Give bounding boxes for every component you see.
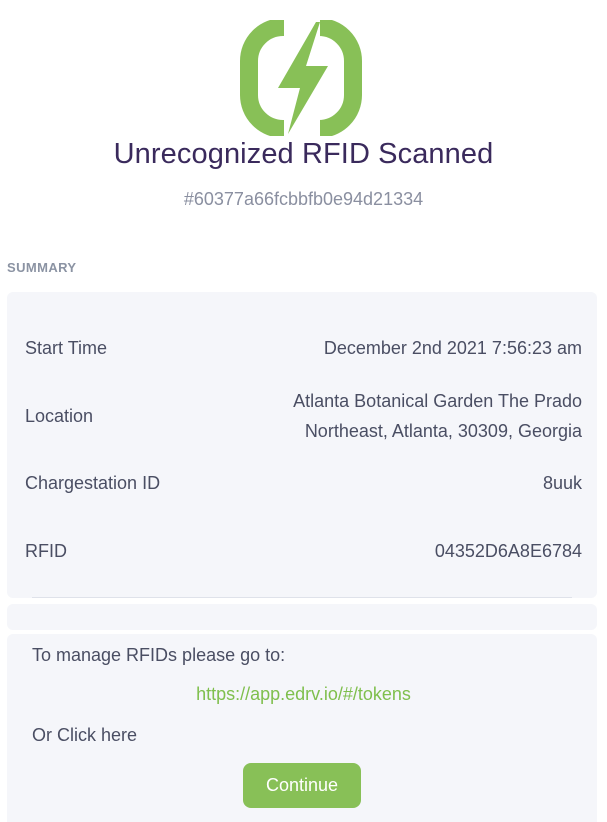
divider <box>32 597 572 598</box>
page-title: Unrecognized RFID Scanned <box>113 138 494 170</box>
start-time-label: Start Time <box>25 338 108 358</box>
lightning-bolt-icon <box>240 16 364 140</box>
spacer-card <box>7 604 597 630</box>
manage-rfids-text: To manage RFIDs please go to: <box>32 645 286 665</box>
event-id: #60377a66fcbbfb0e94d21334 <box>183 189 424 209</box>
continue-button[interactable]: Continue <box>243 763 361 808</box>
chargestation-id-label: Chargestation ID <box>25 473 161 493</box>
summary-section-label: SUMMARY <box>7 260 77 275</box>
location-value-line-1: Atlanta Botanical Garden The Prado <box>293 391 582 411</box>
tokens-link[interactable]: https://app.edrv.io/#/tokens <box>0 684 607 705</box>
rfid-value: 04352D6A8E6784 <box>434 541 582 561</box>
chargestation-id-value: 8uuk <box>542 473 582 493</box>
location-label: Location <box>25 406 94 426</box>
start-time-value: December 2nd 2021 7:56:23 am <box>323 338 582 358</box>
location-value-line-2: Northeast, Atlanta, 30309, Georgia <box>304 421 582 441</box>
or-click-here-text: Or Click here <box>32 725 138 745</box>
location-value: Atlanta Botanical Garden The Prado North… <box>293 386 582 446</box>
rfid-label: RFID <box>25 541 67 561</box>
